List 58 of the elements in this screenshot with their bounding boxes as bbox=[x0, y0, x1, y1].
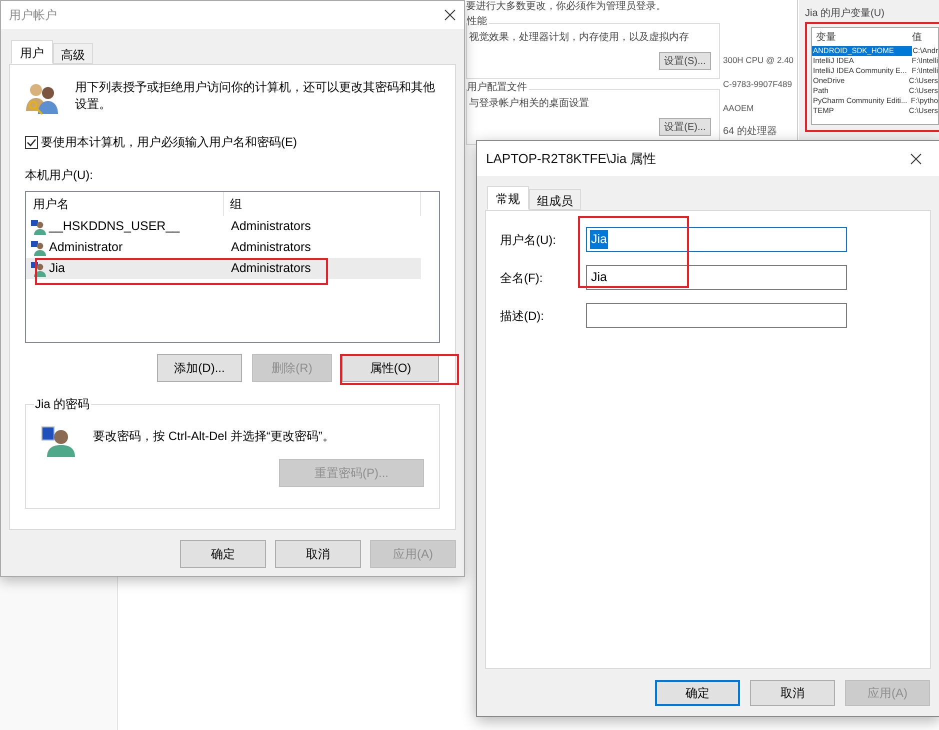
user-monitor-icon bbox=[41, 425, 75, 457]
close-icon[interactable] bbox=[910, 152, 922, 164]
list-row[interactable]: Jia Administrators bbox=[26, 258, 421, 279]
group-title: 用户配置文件 bbox=[467, 82, 529, 94]
user-name: Administrator bbox=[49, 239, 123, 256]
tab[interactable]: 常规 bbox=[487, 186, 529, 210]
tab[interactable]: 用户 bbox=[11, 40, 53, 64]
info-text: 300H CPU @ 2.40 bbox=[723, 54, 794, 66]
user-icon bbox=[31, 218, 47, 234]
settings-button[interactable]: 设置(S)... bbox=[659, 52, 711, 70]
dialog-button[interactable]: 确定 bbox=[180, 540, 266, 568]
users-icon bbox=[25, 81, 59, 115]
dialog-button[interactable]: 属性(O) bbox=[342, 354, 439, 382]
user-icon bbox=[31, 240, 47, 256]
column-header: 值 bbox=[912, 32, 922, 44]
info-text: AAOEM bbox=[723, 102, 755, 114]
text-field[interactable]: Jia bbox=[586, 227, 847, 252]
column-header: 组 bbox=[224, 192, 421, 216]
field-label: 描述(D): bbox=[500, 308, 545, 324]
field-label: 用户名(U): bbox=[500, 232, 557, 248]
list-label: 本机用户(U): bbox=[25, 167, 94, 184]
dialog-button[interactable]: 取消 bbox=[275, 540, 361, 568]
window-title: 用户帐户 bbox=[9, 7, 57, 24]
checkbox[interactable] bbox=[25, 136, 38, 148]
list-row[interactable]: Administrator Administrators bbox=[26, 237, 421, 258]
group-name: Administrators bbox=[230, 239, 311, 256]
text-field[interactable]: Jia bbox=[586, 265, 847, 290]
field-value: Jia bbox=[590, 269, 608, 286]
tab[interactable]: 高级 bbox=[53, 43, 93, 64]
intro-text: 用下列表授予或拒绝用户访问你的计算机，还可以更改其密码和其他设置。 bbox=[75, 79, 435, 113]
tab[interactable]: 组成员 bbox=[529, 189, 581, 210]
field-value: Jia bbox=[590, 230, 608, 249]
field-label: 全名(F): bbox=[500, 270, 544, 286]
list-row[interactable]: __HSKDDNS_USER__ Administrators bbox=[26, 216, 421, 237]
group-title: Jia 的密码 bbox=[34, 396, 91, 412]
column-header: 用户名 bbox=[26, 192, 224, 216]
section-label: Jia 的用户变量(U) bbox=[805, 8, 886, 20]
dialog-button[interactable]: 确定 bbox=[655, 680, 740, 706]
notice-text: 要进行大多数更改，你必须作为管理员登录。 bbox=[466, 1, 667, 13]
dialog-button[interactable]: 添加(D)... bbox=[157, 354, 242, 382]
group-name: Administrators bbox=[230, 218, 311, 236]
checkbox-label: 要使用本计算机，用户必须输入用户名和密码(E) bbox=[41, 134, 297, 151]
settings-button[interactable]: 设置(E)... bbox=[659, 118, 711, 136]
group-text: 视觉效果，处理器计划，内存使用，以及虚拟内存 bbox=[469, 32, 690, 44]
info-text: C-9783-9907F489 bbox=[723, 78, 793, 90]
group-name: Administrators bbox=[230, 260, 311, 278]
password-hint: 要改密码，按 Ctrl-Alt-Del 并选择“更改密码”。 bbox=[93, 428, 334, 445]
user-name: Jia bbox=[49, 260, 65, 278]
dialog-button[interactable]: 取消 bbox=[750, 680, 835, 706]
close-icon[interactable] bbox=[444, 9, 456, 21]
group-title: 性能 bbox=[467, 16, 489, 28]
column-header: 变量 bbox=[815, 32, 837, 44]
group-text: 与登录帐户相关的桌面设置 bbox=[469, 98, 590, 110]
text-field[interactable] bbox=[586, 303, 847, 328]
info-text: 64 的处理器 bbox=[723, 126, 778, 138]
user-icon bbox=[31, 260, 47, 276]
user-name: __HSKDDNS_USER__ bbox=[49, 218, 180, 236]
window-title: LAPTOP-R2T8KTFE\Jia 属性 bbox=[486, 150, 656, 168]
